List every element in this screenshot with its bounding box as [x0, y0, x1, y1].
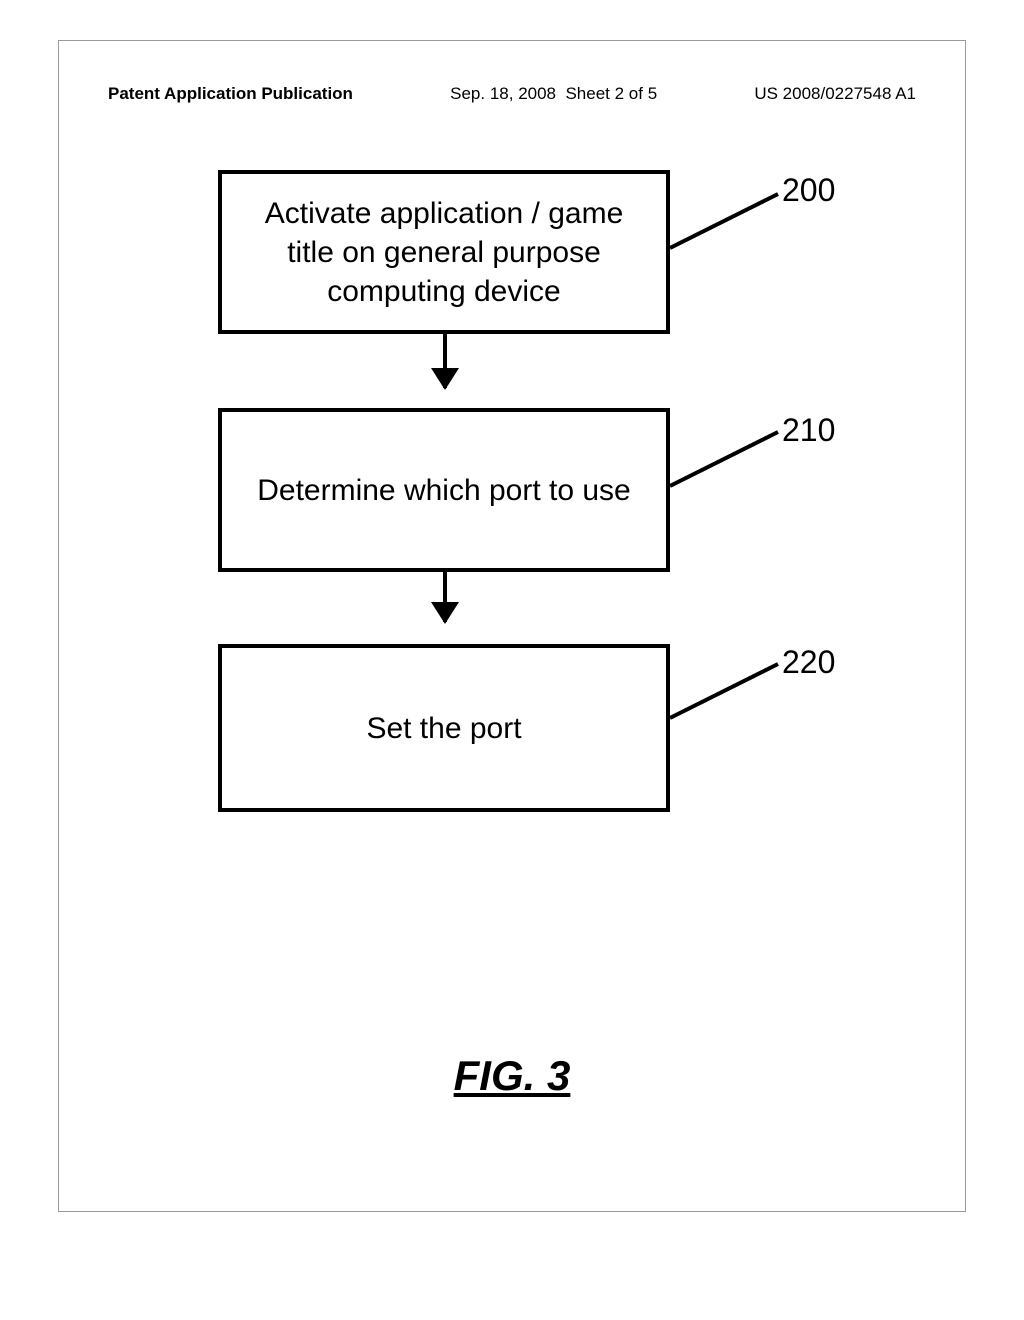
ref-label-220: 220	[782, 644, 835, 681]
leader-line-200	[670, 190, 780, 250]
header-pubnum: US 2008/0227548 A1	[754, 84, 916, 104]
header-date-sheet: Sep. 18, 2008 Sheet 2 of 5	[450, 84, 657, 104]
leader-line-210	[670, 428, 780, 488]
flowchart-box-220: Set the port	[218, 644, 670, 812]
flowchart-arrow-1	[443, 334, 447, 388]
leader-line-220	[670, 660, 780, 720]
ref-label-200: 200	[782, 172, 835, 209]
header-publication: Patent Application Publication	[108, 84, 353, 104]
ref-label-210: 210	[782, 412, 835, 449]
figure-label: FIG. 3	[0, 1052, 1024, 1100]
box-text: Determine which port to use	[257, 471, 631, 510]
page-header: Patent Application Publication Sep. 18, …	[0, 84, 1024, 104]
flowchart-arrow-2	[443, 572, 447, 622]
flowchart-box-200: Activate application / gametitle on gene…	[218, 170, 670, 334]
box-text: Set the port	[366, 709, 521, 748]
flowchart-box-210: Determine which port to use	[218, 408, 670, 572]
box-text: Activate application / gametitle on gene…	[265, 194, 624, 311]
